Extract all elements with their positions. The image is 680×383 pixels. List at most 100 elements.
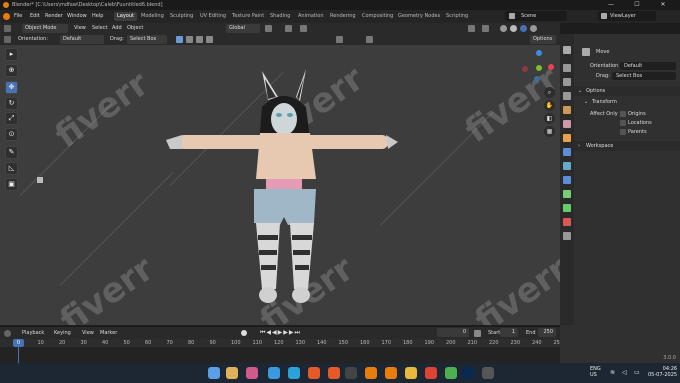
playback-controls[interactable]: ⏮◀◀▶▶▶⏭: [260, 327, 301, 339]
menu-object[interactable]: Object: [127, 23, 143, 34]
scale-tool-button[interactable]: ⤢: [5, 112, 18, 125]
start-frame-field[interactable]: 1: [500, 328, 518, 337]
data-properties-icon[interactable]: [563, 204, 571, 212]
gizmo-neg-x[interactable]: [522, 66, 528, 72]
tab-modeling[interactable]: Modeling: [138, 12, 167, 21]
select-invert-icon[interactable]: [206, 36, 213, 43]
windows-start-icon[interactable]: [208, 367, 220, 379]
gizmo-x-axis[interactable]: [548, 64, 554, 70]
select-box-tool-button[interactable]: ▸: [5, 48, 18, 61]
shading-material-icon[interactable]: [520, 25, 527, 32]
texture-properties-icon[interactable]: [563, 232, 571, 240]
tab-geometry-nodes[interactable]: Geometry Nodes: [395, 12, 443, 21]
tab-texture-paint[interactable]: Texture Paint: [229, 12, 267, 21]
timeline-editor-icon[interactable]: [4, 330, 11, 337]
gizmo-y-axis[interactable]: [536, 65, 542, 71]
blender-taskbar-icon[interactable]: [385, 367, 397, 379]
photoshop-icon[interactable]: [462, 367, 474, 379]
battery-icon[interactable]: ▭: [634, 369, 640, 376]
transform-orientation-dropdown[interactable]: Global: [226, 24, 260, 33]
menu-select[interactable]: Select: [92, 23, 107, 34]
taskbar-app-icon[interactable]: [482, 367, 494, 379]
marker-menu[interactable]: Marker: [100, 327, 117, 339]
record-icon[interactable]: [241, 330, 247, 336]
transform-subpanel-header[interactable]: ⌄ Transform: [574, 98, 680, 107]
physics-properties-icon[interactable]: [563, 176, 571, 184]
clock[interactable]: 04:26 05-07-2025: [648, 366, 677, 378]
tab-sculpting[interactable]: Sculpting: [167, 12, 196, 21]
keying-menu[interactable]: Keying: [54, 327, 71, 339]
current-frame-field[interactable]: 0: [437, 328, 469, 337]
mode-dropdown[interactable]: Object Mode: [22, 24, 68, 33]
firefox-icon[interactable]: [328, 367, 340, 379]
tab-animation[interactable]: Animation: [295, 12, 327, 21]
transform-tool-button[interactable]: ⊙: [5, 128, 18, 141]
drag-dropdown[interactable]: Select Box: [127, 35, 167, 44]
taskbar-app-icon[interactable]: [268, 367, 280, 379]
taskbar-app-icon[interactable]: [345, 367, 357, 379]
perspective-toggle-icon[interactable]: ▦: [544, 126, 555, 137]
scene-selector[interactable]: Scene: [505, 11, 567, 21]
drag-field[interactable]: Select Box: [612, 72, 676, 80]
view-menu[interactable]: View: [82, 327, 94, 339]
tab-shading[interactable]: Shading: [267, 12, 293, 21]
options-dropdown[interactable]: Options: [530, 35, 556, 44]
file-explorer-icon[interactable]: [226, 367, 238, 379]
maximize-button[interactable]: ☐: [626, 0, 648, 10]
tab-layout[interactable]: Layout: [114, 12, 137, 21]
firefox-icon[interactable]: [308, 367, 320, 379]
gizmo-z-axis[interactable]: [536, 50, 542, 56]
3d-viewport[interactable]: fiverr fiverr fiverr fiverr fiverr fiver…: [0, 45, 560, 325]
navigation-gizmo[interactable]: [518, 48, 560, 93]
scene-properties-icon[interactable]: [563, 106, 571, 114]
world-properties-icon[interactable]: [563, 120, 571, 128]
language-indicator[interactable]: ENG US: [590, 366, 601, 378]
shading-wireframe-icon[interactable]: [500, 25, 507, 32]
select-extend-icon[interactable]: [186, 36, 193, 43]
select-subtract-icon[interactable]: [196, 36, 203, 43]
blender-taskbar-icon[interactable]: [365, 367, 377, 379]
render-properties-icon[interactable]: [563, 64, 571, 72]
particles-properties-icon[interactable]: [563, 162, 571, 170]
material-properties-icon[interactable]: [563, 218, 571, 226]
measure-tool-button[interactable]: ◺: [5, 162, 18, 175]
add-cube-tool-button[interactable]: ▣: [5, 178, 18, 191]
origins-checkbox[interactable]: [620, 111, 626, 117]
tab-compositing[interactable]: Compositing: [359, 12, 396, 21]
orientation-dropdown[interactable]: Default: [60, 35, 104, 44]
tool-properties-icon[interactable]: [563, 46, 571, 54]
rotate-tool-button[interactable]: ↻: [5, 97, 18, 110]
constraints-properties-icon[interactable]: [563, 190, 571, 198]
volume-icon[interactable]: ◁: [622, 369, 627, 376]
options-panel-header[interactable]: ⌄ Options: [574, 86, 680, 96]
camera-view-icon[interactable]: ◧: [544, 113, 555, 124]
annotate-tool-button[interactable]: ✎: [5, 146, 18, 159]
menu-add[interactable]: Add: [112, 23, 122, 34]
tab-rendering[interactable]: Rendering: [327, 12, 359, 21]
filter-icon[interactable]: [366, 36, 373, 43]
chrome-icon[interactable]: [405, 367, 417, 379]
menu-view[interactable]: View: [74, 23, 86, 34]
blender-menu-icon[interactable]: [3, 13, 10, 20]
view-layer-selector[interactable]: ViewLayer: [598, 11, 656, 21]
character-model[interactable]: [0, 45, 560, 325]
shading-rendered-icon[interactable]: [530, 25, 537, 32]
light-object-icon[interactable]: [37, 177, 43, 183]
menu-file[interactable]: File: [14, 10, 22, 23]
snap-icon[interactable]: [285, 25, 292, 32]
workspace-panel-header[interactable]: › Workspace: [574, 141, 680, 151]
gizmo-neg-z[interactable]: [534, 76, 540, 82]
menu-edit[interactable]: Edit: [30, 10, 40, 23]
viewport-gizmos-icon[interactable]: [482, 25, 489, 32]
viewport-overlays-icon[interactable]: [468, 25, 475, 32]
taskbar-app-icon[interactable]: [246, 367, 258, 379]
pan-hand-icon[interactable]: ✋: [544, 100, 555, 111]
cursor-tool-button[interactable]: ⊕: [5, 64, 18, 77]
select-mode-icon[interactable]: [176, 36, 183, 43]
editor-type-icon[interactable]: [4, 25, 11, 32]
modifier-properties-icon[interactable]: [563, 148, 571, 156]
locations-checkbox[interactable]: [620, 120, 626, 126]
output-properties-icon[interactable]: [563, 78, 571, 86]
clock-icon[interactable]: [474, 330, 481, 337]
playback-menu[interactable]: Playback: [22, 327, 44, 339]
